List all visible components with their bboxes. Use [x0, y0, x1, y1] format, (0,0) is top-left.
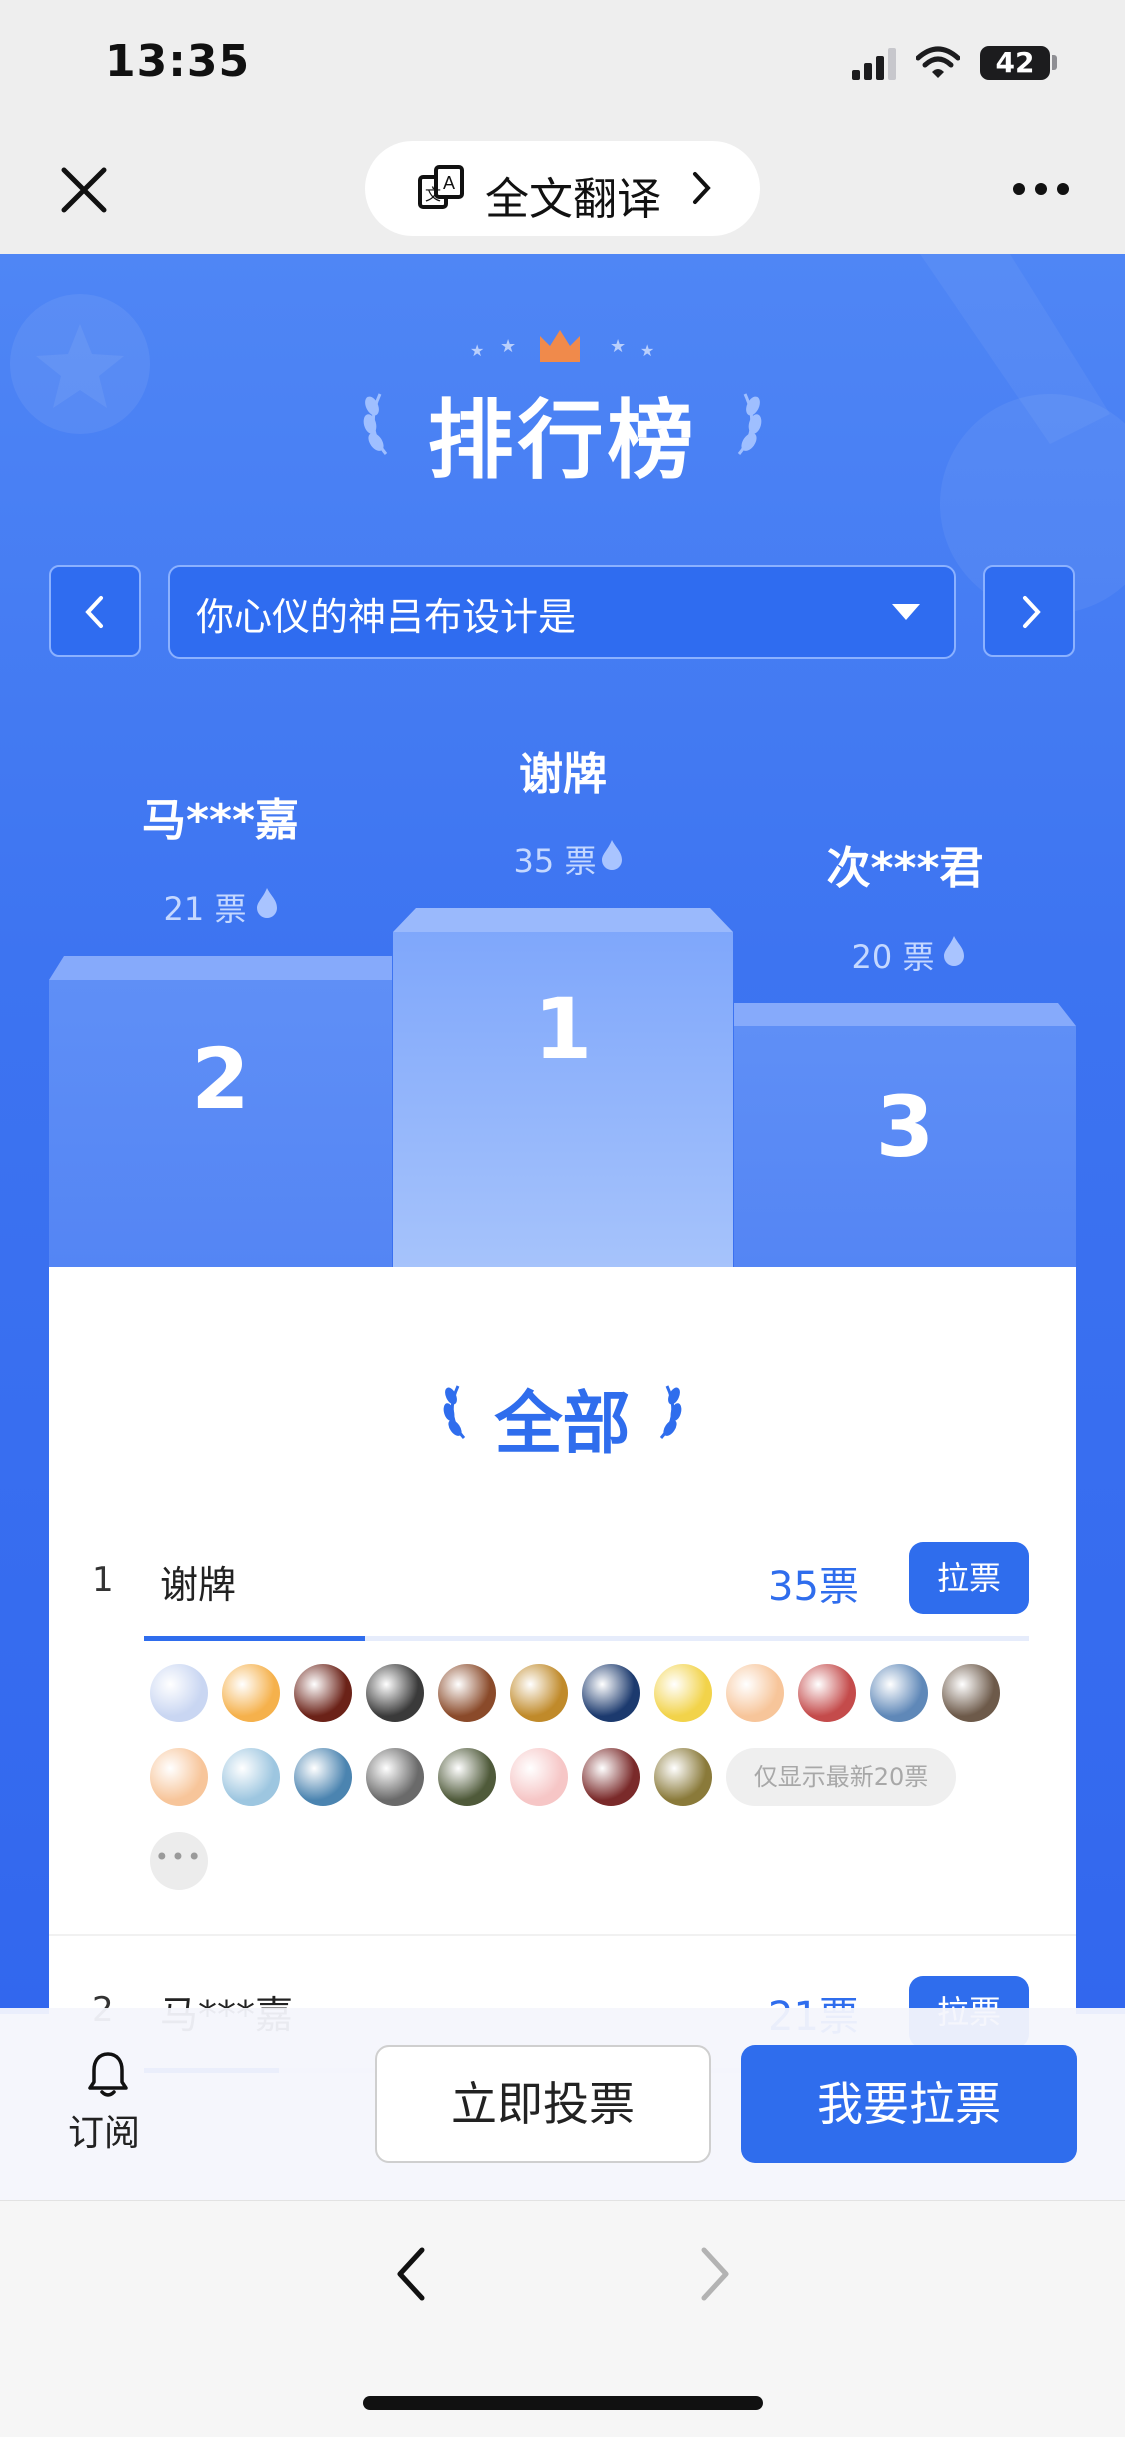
podium-1-rank: 1: [533, 980, 593, 1078]
podium-2-name: 马***嘉: [141, 795, 300, 846]
vote-now-button[interactable]: 立即投票: [375, 2045, 711, 2163]
chevron-right-icon: [693, 172, 711, 204]
item-1-rank: 1: [92, 1560, 114, 1600]
section-title: 全部: [494, 1385, 631, 1464]
voter-avatar: [366, 1748, 424, 1806]
flame-icon: [602, 840, 622, 870]
close-icon[interactable]: [60, 166, 108, 214]
voter-avatar: [150, 1748, 208, 1806]
crown-icon: ★ ★ ★ ★: [470, 330, 654, 362]
forward-arrow-icon[interactable]: [694, 2244, 734, 2304]
voter-avatar: [510, 1664, 568, 1722]
status-time: 13:35: [105, 36, 251, 87]
svg-text:A: A: [443, 173, 455, 193]
latest-votes-note: 仅显示最新20票: [726, 1748, 956, 1806]
voter-avatar: [582, 1664, 640, 1722]
subscribe-label[interactable]: 订阅: [68, 2104, 140, 2156]
voter-avatar: [294, 1748, 352, 1806]
back-arrow-icon[interactable]: [392, 2244, 432, 2304]
podium-3-name: 次***君: [826, 843, 984, 894]
dropdown-arrow-icon: [892, 604, 920, 620]
home-indicator: [363, 2396, 763, 2410]
voter-avatar: [942, 1664, 1000, 1722]
voter-avatar: [150, 1664, 208, 1722]
voter-avatar: [438, 1748, 496, 1806]
voter-avatar: [438, 1664, 496, 1722]
item-1-canvass-button[interactable]: 拉票: [909, 1542, 1029, 1614]
voter-avatar: [222, 1664, 280, 1722]
svg-text:★: ★: [470, 341, 484, 360]
page-title: 排行榜: [427, 391, 698, 491]
podium-3-rank: 3: [875, 1078, 935, 1176]
podium-top-2: [49, 956, 392, 980]
wifi-icon: [916, 46, 960, 78]
podium-top-3: [734, 1003, 1076, 1026]
svg-text:★: ★: [500, 336, 516, 357]
voter-avatar: [222, 1748, 280, 1806]
flame-icon: [257, 888, 277, 918]
list-divider: [49, 1934, 1076, 1936]
more-icon[interactable]: [1012, 178, 1070, 200]
chevron-left-icon: [85, 596, 103, 628]
question-select-value: 你心仪的神吕布设计是: [196, 595, 577, 639]
translate-icon: A 文: [418, 165, 464, 209]
podium-2-rank: 2: [191, 1030, 250, 1128]
canvass-button[interactable]: 我要拉票: [741, 2045, 1077, 2163]
prev-question-button[interactable]: [49, 565, 141, 657]
voter-avatar: [366, 1664, 424, 1722]
cellular-signal-icon: [852, 48, 896, 80]
battery-level: 42: [980, 46, 1050, 80]
battery-tip: [1052, 55, 1057, 70]
bell-icon[interactable]: [86, 2050, 130, 2098]
voter-avatar: [798, 1664, 856, 1722]
voter-avatar: [654, 1748, 712, 1806]
podium-top-1: [393, 908, 733, 932]
podium-1-name: 谢牌: [519, 749, 607, 800]
svg-text:★: ★: [610, 336, 626, 357]
item-1-votes: 35票: [768, 1564, 859, 1610]
voter-avatar: [726, 1664, 784, 1722]
flame-icon: [944, 936, 964, 966]
svg-text:★: ★: [640, 341, 654, 360]
voter-avatar: [870, 1664, 928, 1722]
voter-avatar: [294, 1664, 352, 1722]
translate-label: 全文翻译: [485, 174, 661, 225]
item-1-progress-fill: [144, 1636, 365, 1641]
voter-avatar: [510, 1748, 568, 1806]
voter-avatar: [582, 1748, 640, 1806]
chevron-right-icon: [1023, 596, 1041, 628]
item-1-name: 谢牌: [160, 1563, 237, 1607]
next-question-button[interactable]: [983, 565, 1075, 657]
svg-text:文: 文: [425, 185, 441, 204]
more-voters-button[interactable]: •••: [150, 1832, 208, 1890]
voter-avatar: [654, 1664, 712, 1722]
